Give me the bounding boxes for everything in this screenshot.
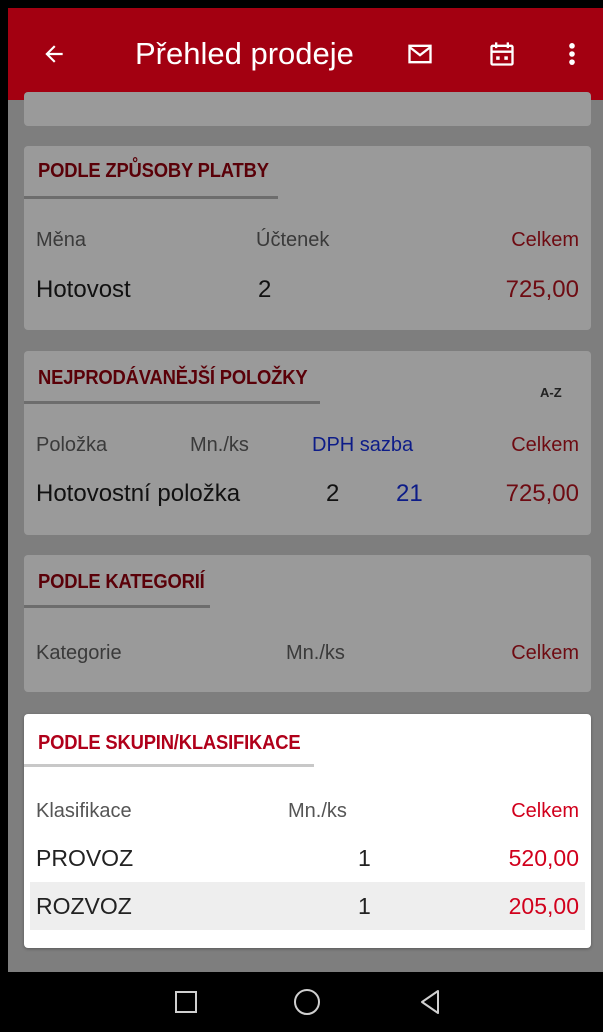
recents-icon[interactable]	[156, 972, 216, 1032]
summary-card-partial	[24, 92, 591, 126]
app-bar: Přehled prodeje	[8, 8, 603, 100]
header-total: Celkem	[511, 434, 579, 456]
bestseller-row-qty: 2	[326, 480, 340, 507]
header-item: Položka	[36, 434, 108, 456]
header-total: Celkem	[511, 800, 579, 822]
payment-row-count: 2	[258, 276, 272, 303]
bestseller-row-total: 725,00	[505, 480, 579, 507]
group-row-name: PROVOZ	[36, 845, 134, 871]
header-vat: DPH sazba	[312, 434, 414, 456]
payment-card-underline	[24, 196, 278, 199]
categories-card: PODLE KATEGORIÍ Kategorie Mn./ks Celkem	[24, 555, 591, 692]
group-row-name: ROZVOZ	[36, 893, 132, 919]
bestseller-row-name: Hotovostní položka	[36, 480, 241, 507]
group-row-qty: 1	[358, 893, 371, 919]
header-currency: Měna	[36, 229, 87, 251]
mail-icon[interactable]	[396, 8, 444, 100]
sort-az-button[interactable]: A-Z	[540, 385, 562, 400]
header-qty: Mn./ks	[288, 800, 347, 822]
content-area[interactable]: PODLE ZPŮSOBY PLATBY Měna Účtenek Celkem…	[8, 92, 603, 972]
header-total: Celkem	[511, 642, 579, 664]
table-row[interactable]: PROVOZ 1 520,00	[24, 834, 591, 882]
categories-card-title: PODLE KATEGORIÍ	[38, 571, 205, 593]
arrow-left-icon[interactable]	[30, 8, 78, 100]
table-row[interactable]: ROZVOZ 1 205,00	[24, 882, 591, 930]
page-title: Přehled prodeje	[135, 36, 354, 71]
header-total: Celkem	[511, 229, 579, 251]
payment-row-name: Hotovost	[36, 276, 131, 303]
payment-card-title: PODLE ZPŮSOBY PLATBY	[38, 160, 269, 182]
more-vert-icon[interactable]	[548, 8, 596, 100]
groups-card-underline	[24, 764, 314, 767]
header-category: Kategorie	[36, 642, 122, 664]
calendar-icon[interactable]	[478, 8, 526, 100]
groups-card-title: PODLE SKUPIN/KLASIFIKACE	[38, 732, 301, 754]
bestsellers-card-title: NEJPRODÁVANĚJŠÍ POLOŽKY	[38, 367, 308, 389]
group-row-qty: 1	[358, 845, 371, 871]
header-classification: Klasifikace	[36, 800, 132, 822]
status-bar	[0, 0, 603, 8]
header-qty: Mn./ks	[190, 434, 249, 456]
header-receipts: Účtenek	[256, 229, 330, 251]
bestsellers-card: NEJPRODÁVANĚJŠÍ POLOŽKY A-Z Položka Mn./…	[24, 351, 591, 535]
payment-row-total: 725,00	[505, 276, 579, 303]
bestsellers-card-underline	[24, 401, 320, 404]
back-nav-icon[interactable]	[400, 972, 460, 1032]
group-row-total: 205,00	[508, 893, 579, 919]
groups-card: PODLE SKUPIN/KLASIFIKACE Klasifikace Mn.…	[24, 714, 591, 948]
home-icon[interactable]	[277, 972, 337, 1032]
header-qty: Mn./ks	[286, 642, 345, 664]
group-row-total: 520,00	[508, 845, 579, 871]
bestseller-row-vat: 21	[396, 480, 423, 507]
categories-card-underline	[24, 605, 210, 608]
payment-card: PODLE ZPŮSOBY PLATBY Měna Účtenek Celkem…	[24, 146, 591, 330]
system-nav-bar	[0, 972, 603, 1032]
